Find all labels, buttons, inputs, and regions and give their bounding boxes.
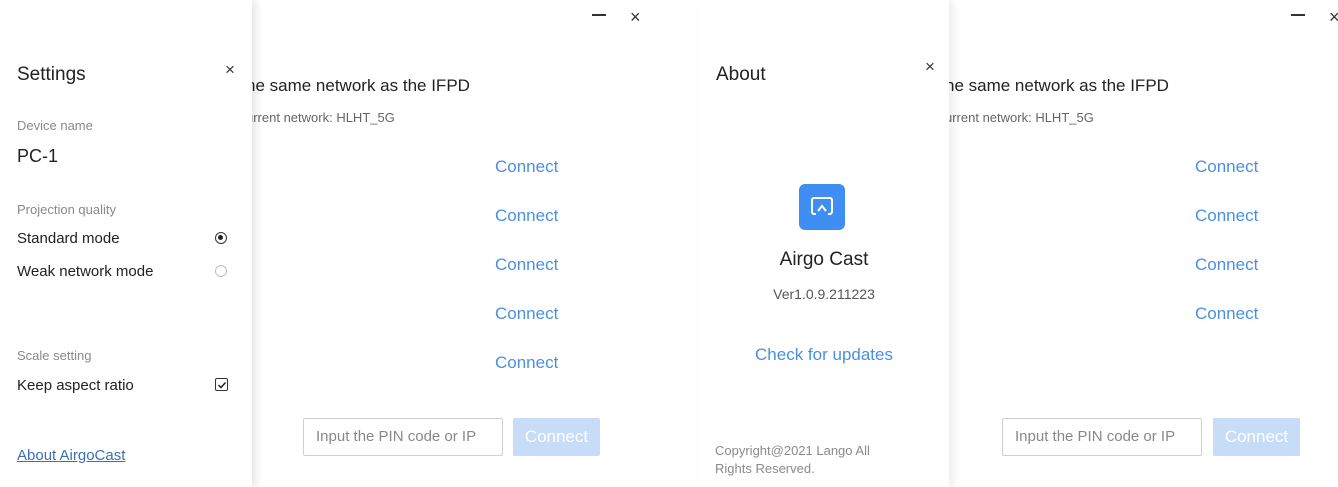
connect-link[interactable]: Connect	[1195, 255, 1258, 275]
weak-network-mode-radio[interactable]	[215, 265, 227, 277]
network-title: ne same network as the IFPD	[945, 76, 1169, 95]
about-panel: About × Airgo Cast Ver1.0.9.211223 Check…	[699, 0, 949, 487]
checkmark-icon	[217, 381, 226, 389]
keep-aspect-ratio-checkbox[interactable]	[215, 378, 228, 391]
connect-link[interactable]: Connect	[1195, 157, 1258, 177]
window-close-button[interactable]: ×	[1329, 8, 1338, 26]
current-network-label: urrent network: HLHT_5G	[945, 110, 1094, 125]
pin-connect-button[interactable]: Connect	[513, 418, 600, 456]
current-network-label: urrent network: HLHT_5G	[246, 110, 395, 125]
copyright-line-1: Copyright@2021 Lango All	[715, 443, 870, 458]
projection-quality-label: Projection quality	[17, 202, 116, 217]
minimize-button[interactable]	[1291, 14, 1305, 16]
minimize-button[interactable]	[592, 14, 606, 16]
keep-aspect-ratio-label[interactable]: Keep aspect ratio	[17, 377, 134, 394]
copyright-line-2: Rights Reserved.	[715, 461, 815, 476]
about-airgocast-link[interactable]: About AirgoCast	[17, 447, 125, 464]
pin-input[interactable]: Input the PIN code or IP	[303, 418, 503, 456]
settings-title: Settings	[17, 64, 86, 85]
pin-input[interactable]: Input the PIN code or IP	[1002, 418, 1202, 456]
weak-network-mode-label[interactable]: Weak network mode	[17, 263, 153, 280]
standard-mode-radio[interactable]	[215, 232, 227, 244]
network-title: ne same network as the IFPD	[246, 76, 470, 95]
connect-link[interactable]: Connect	[495, 157, 558, 177]
check-for-updates-link[interactable]: Check for updates	[699, 345, 949, 365]
main-window-settings: ⚙ × ne same network as the IFPD urrent n…	[0, 0, 669, 487]
main-window-about: ⚙ × ne same network as the IFPD urrent n…	[669, 0, 1338, 487]
about-title: About	[716, 64, 766, 85]
device-name-value[interactable]: PC-1	[17, 146, 58, 167]
connect-link[interactable]: Connect	[495, 206, 558, 226]
pin-connect-button[interactable]: Connect	[1213, 418, 1300, 456]
scale-setting-label: Scale setting	[17, 348, 92, 363]
connect-link[interactable]: Connect	[495, 255, 558, 275]
standard-mode-label[interactable]: Standard mode	[17, 230, 120, 247]
connect-link[interactable]: Connect	[495, 304, 558, 324]
cast-icon	[811, 197, 833, 215]
window-close-button[interactable]: ×	[630, 8, 641, 26]
about-close-button[interactable]: ×	[925, 57, 935, 77]
connect-link[interactable]: Connect	[1195, 206, 1258, 226]
settings-close-button[interactable]: ×	[225, 60, 235, 80]
settings-panel: Settings × Device name PC-1 Projection q…	[0, 0, 252, 487]
connect-link[interactable]: Connect	[495, 353, 558, 373]
device-name-label: Device name	[17, 118, 93, 133]
app-version: Ver1.0.9.211223	[773, 286, 875, 302]
airgo-cast-app-icon	[799, 184, 845, 230]
connect-link[interactable]: Connect	[1195, 304, 1258, 324]
app-name: Airgo Cast	[779, 249, 869, 270]
